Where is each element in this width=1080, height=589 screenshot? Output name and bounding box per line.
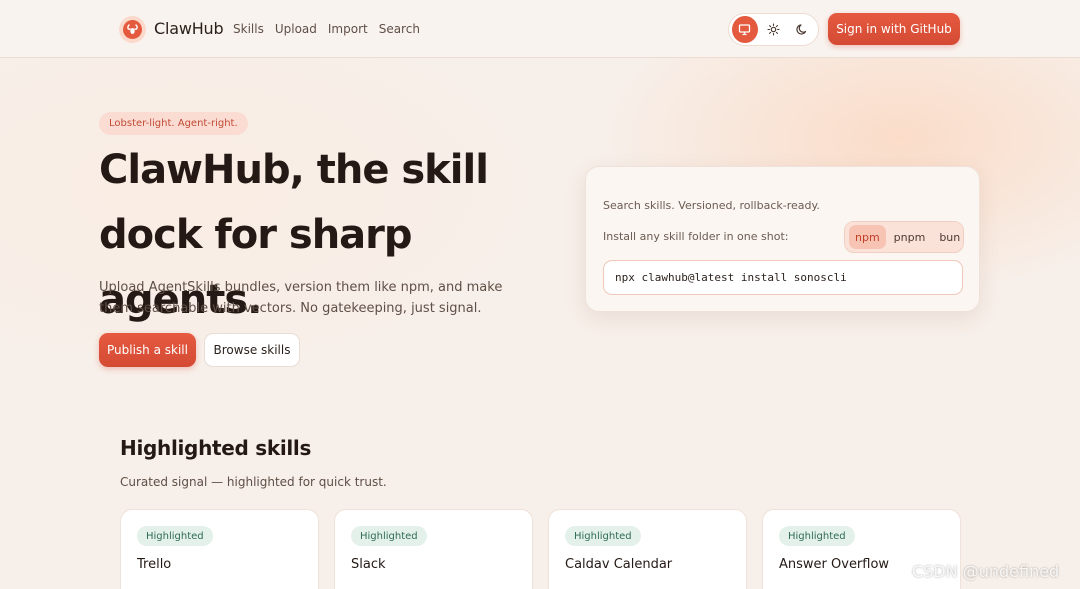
theme-switcher — [728, 13, 819, 46]
highlighted-skill-cards: Highlighted Trello Highlighted Slack Hig… — [120, 509, 961, 589]
lobster-logo-icon[interactable] — [119, 16, 146, 43]
tab-pnpm[interactable]: pnpm — [888, 225, 932, 249]
highlighted-badge: Highlighted — [137, 526, 213, 546]
tagline-pill: Lobster-light. Agent-right. — [99, 112, 248, 135]
skill-card-title: Trello — [137, 557, 172, 572]
nav-link-upload[interactable]: Upload — [275, 22, 317, 36]
highlighted-section-subtitle: Curated signal — highlighted for quick t… — [120, 475, 387, 489]
sign-in-github-button[interactable]: Sign in with GitHub — [828, 13, 960, 45]
moon-icon — [796, 24, 806, 35]
skill-card-title: Slack — [351, 557, 386, 572]
highlighted-badge: Highlighted — [779, 526, 855, 546]
theme-light-button[interactable] — [761, 16, 787, 43]
nav-link-skills[interactable]: Skills — [233, 22, 264, 36]
skill-card-title: Answer Overflow — [779, 557, 890, 572]
skill-card-caldav-calendar[interactable]: Highlighted Caldav Calendar — [548, 509, 747, 589]
skill-card-trello[interactable]: Highlighted Trello — [120, 509, 319, 589]
watermark-text: CSDN @undefined — [912, 562, 1060, 581]
theme-system-button[interactable] — [732, 16, 758, 43]
tab-bun[interactable]: bun — [933, 225, 966, 249]
package-manager-tabs: npm pnpm bun — [844, 221, 964, 253]
install-card-instruction: Install any skill folder in one shot: — [603, 230, 789, 243]
nav-link-search[interactable]: Search — [379, 22, 420, 36]
hero-subtitle: Upload AgentSkills bundles, version them… — [99, 280, 503, 316]
nav-link-import[interactable]: Import — [328, 22, 368, 36]
install-command-field[interactable]: npx clawhub@latest install sonoscli — [603, 260, 963, 295]
install-card-caption: Search skills. Versioned, rollback-ready… — [603, 199, 820, 212]
publish-skill-button[interactable]: Publish a skill — [99, 333, 196, 367]
highlighted-badge: Highlighted — [351, 526, 427, 546]
browse-skills-button[interactable]: Browse skills — [204, 333, 300, 367]
main-nav: Skills Upload Import Search — [233, 22, 420, 36]
skill-card-title: Caldav Calendar — [565, 557, 673, 572]
highlighted-section-title: Highlighted skills — [120, 436, 312, 460]
top-navigation-bar: ClawHub Skills Upload Import Search Sign… — [0, 0, 1080, 58]
tab-npm[interactable]: npm — [849, 225, 886, 249]
install-card: Search skills. Versioned, rollback-ready… — [585, 166, 980, 312]
brand-name[interactable]: ClawHub — [154, 19, 224, 38]
monitor-icon — [739, 24, 751, 36]
highlighted-badge: Highlighted — [565, 526, 641, 546]
sun-icon — [767, 23, 780, 36]
skill-card-slack[interactable]: Highlighted Slack — [334, 509, 533, 589]
theme-dark-button[interactable] — [789, 16, 815, 43]
